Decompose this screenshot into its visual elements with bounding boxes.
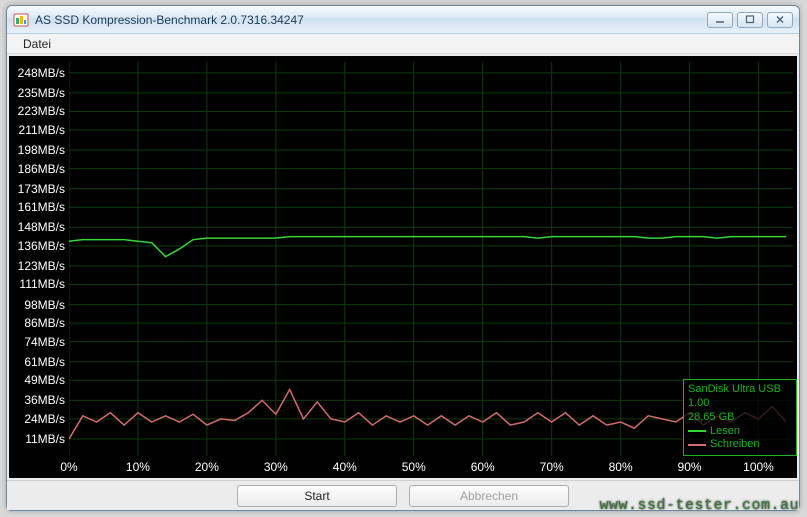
y-tick-label: 123MB/s bbox=[18, 259, 65, 273]
minimize-button[interactable] bbox=[707, 12, 733, 28]
x-tick-label: 80% bbox=[609, 460, 633, 474]
y-tick-label: 161MB/s bbox=[18, 200, 65, 214]
y-tick-label: 111MB/s bbox=[19, 277, 65, 291]
app-icon bbox=[13, 12, 29, 28]
start-button[interactable]: Start bbox=[237, 485, 397, 507]
x-tick-label: 10% bbox=[126, 460, 150, 474]
x-tick-label: 100% bbox=[743, 460, 774, 474]
y-tick-label: 198MB/s bbox=[18, 143, 65, 157]
x-tick-label: 70% bbox=[540, 460, 564, 474]
legend-firmware: 1.00 bbox=[688, 397, 792, 411]
y-tick-label: 173MB/s bbox=[18, 182, 65, 196]
x-tick-label: 20% bbox=[195, 460, 219, 474]
legend-box: SanDisk Ultra USB 1.00 28,65 GB Lesen Sc… bbox=[683, 379, 797, 456]
y-tick-label: 24MB/s bbox=[24, 412, 65, 426]
y-tick-label: 61MB/s bbox=[24, 355, 65, 369]
titlebar: AS SSD Kompression-Benchmark 2.0.7316.34… bbox=[7, 6, 799, 34]
legend-device: SanDisk Ultra USB bbox=[688, 383, 792, 397]
legend-write-row: Schreiben bbox=[688, 438, 792, 452]
menu-file[interactable]: Datei bbox=[15, 35, 59, 53]
y-tick-label: 235MB/s bbox=[18, 86, 65, 100]
y-tick-label: 223MB/s bbox=[18, 104, 65, 118]
cancel-button[interactable]: Abbrechen bbox=[409, 485, 569, 507]
legend-capacity: 28,65 GB bbox=[688, 411, 792, 425]
y-tick-label: 49MB/s bbox=[24, 373, 65, 387]
y-tick-label: 186MB/s bbox=[18, 162, 65, 176]
chart-area: 11MB/s 24MB/s 36MB/s 49MB/s 61MB/s 74MB/s 86MB… bbox=[9, 56, 797, 478]
y-tick-label: 36MB/s bbox=[24, 393, 65, 407]
x-tick-label: 40% bbox=[333, 460, 357, 474]
y-tick-label: 74MB/s bbox=[24, 335, 65, 349]
x-axis-labels: 0% 10% 20% 30% 40% 50% 60% 70% 80% 90% 100% bbox=[9, 458, 797, 474]
y-tick-label: 211MB/s bbox=[19, 123, 65, 137]
x-tick-label: 90% bbox=[678, 460, 702, 474]
y-tick-label: 11MB/s bbox=[25, 432, 65, 446]
y-tick-label: 86MB/s bbox=[24, 316, 65, 330]
legend-read-label: Lesen bbox=[710, 425, 740, 439]
close-button[interactable] bbox=[767, 12, 793, 28]
y-tick-label: 248MB/s bbox=[18, 66, 65, 80]
x-tick-label: 0% bbox=[60, 460, 77, 474]
watermark-text: www.ssd-tester.com.au bbox=[599, 497, 799, 514]
legend-swatch-read bbox=[688, 430, 706, 432]
x-tick-label: 50% bbox=[402, 460, 426, 474]
y-tick-label: 98MB/s bbox=[24, 298, 65, 312]
x-tick-label: 60% bbox=[471, 460, 495, 474]
x-tick-label: 30% bbox=[264, 460, 288, 474]
maximize-button[interactable] bbox=[737, 12, 763, 28]
window-controls bbox=[707, 12, 793, 28]
legend-swatch-write bbox=[688, 444, 706, 446]
app-window: AS SSD Kompression-Benchmark 2.0.7316.34… bbox=[6, 5, 800, 511]
y-tick-label: 136MB/s bbox=[18, 239, 65, 253]
window-title: AS SSD Kompression-Benchmark 2.0.7316.34… bbox=[35, 13, 707, 27]
legend-read-row: Lesen bbox=[688, 425, 792, 439]
legend-write-label: Schreiben bbox=[710, 438, 760, 452]
menubar: Datei bbox=[7, 34, 799, 54]
y-tick-label: 148MB/s bbox=[18, 220, 65, 234]
